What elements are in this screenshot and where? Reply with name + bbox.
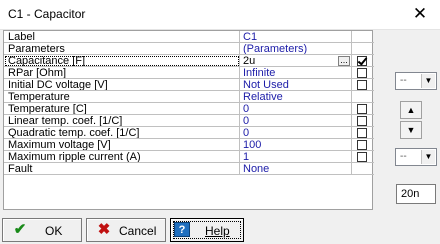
property-check-cell — [352, 55, 374, 67]
value-field[interactable]: 20n — [396, 184, 436, 204]
property-name: Linear temp. coef. [1/C] — [4, 115, 240, 127]
property-name: Parameters — [4, 43, 240, 55]
checkbox[interactable] — [357, 104, 367, 114]
property-row[interactable]: Fault None — [4, 163, 374, 175]
property-row[interactable]: Quadratic temp. coef. [1/C] 0 — [4, 127, 374, 139]
property-name: Initial DC voltage [V] — [4, 79, 240, 91]
label-value[interactable]: C1 — [240, 31, 352, 43]
combo-1-value: -- — [400, 75, 407, 86]
dialog-body: Label C1 Parameters (Parameters) Capacitan… — [0, 30, 440, 244]
cancel-label: Cancel — [119, 224, 157, 238]
combo-1[interactable]: -- ▼ — [395, 72, 437, 90]
checkbox[interactable] — [357, 80, 367, 90]
property-row[interactable]: Linear temp. coef. [1/C] 0 — [4, 115, 374, 127]
checkbox[interactable] — [357, 128, 367, 138]
property-name: Maximum ripple current (A) — [4, 151, 240, 163]
property-check-cell — [352, 67, 374, 79]
property-check-cell — [352, 91, 374, 103]
property-value[interactable]: 100 — [240, 139, 352, 151]
window-title: C1 - Capacitor — [8, 7, 86, 21]
property-name: Temperature [C] — [4, 103, 240, 115]
label-check-cell — [352, 31, 374, 43]
property-name: Temperature — [4, 91, 240, 103]
property-value-text: 0 — [243, 115, 250, 127]
property-row[interactable]: Maximum voltage [V] 100 — [4, 139, 374, 151]
property-row[interactable]: Initial DC voltage [V] Not Used — [4, 79, 374, 91]
grid-header-row: Label C1 — [4, 31, 374, 43]
property-value-text: (Parameters) — [243, 43, 308, 55]
property-value-text: Not Used — [243, 79, 289, 91]
property-value[interactable]: Infinite — [240, 67, 352, 79]
cancel-button[interactable]: ✖ Cancel — [86, 218, 166, 242]
property-row[interactable]: Maximum ripple current (A) 1 — [4, 151, 374, 163]
property-value[interactable]: 0 — [240, 103, 352, 115]
property-name: RPar [Ohm] — [4, 67, 240, 79]
property-value[interactable]: None — [240, 163, 352, 175]
button-bar: ✔ OK ✖ Cancel ? Help — [0, 216, 440, 244]
property-value[interactable]: 0 — [240, 127, 352, 139]
property-check-cell — [352, 139, 374, 151]
property-row[interactable]: Parameters (Parameters) — [4, 43, 374, 55]
property-value[interactable]: (Parameters) — [240, 43, 352, 55]
checkbox[interactable] — [357, 140, 367, 150]
x-icon: ✖ — [97, 221, 111, 238]
ok-button[interactable]: ✔ OK — [2, 218, 82, 242]
title-bar: C1 - Capacitor ✕ — [0, 0, 440, 30]
property-name: Maximum voltage [V] — [4, 139, 240, 151]
property-value-text: 0 — [243, 103, 250, 115]
property-row[interactable]: Temperature [C] 0 — [4, 103, 374, 115]
property-value[interactable]: 2u... — [240, 55, 352, 67]
property-name: Quadratic temp. coef. [1/C] — [4, 127, 240, 139]
combo-2[interactable]: -- ▼ — [395, 148, 437, 166]
checkmark-icon: ✔ — [13, 221, 27, 238]
property-check-cell — [352, 103, 374, 115]
property-value-text: 2u — [243, 55, 256, 67]
checkbox[interactable] — [357, 68, 367, 78]
property-value-text: Relative — [243, 91, 283, 103]
checkbox[interactable] — [357, 56, 367, 66]
property-value[interactable]: Not Used — [240, 79, 352, 91]
property-name: Fault — [4, 163, 240, 175]
help-label: Help — [205, 224, 230, 238]
property-check-cell — [352, 151, 374, 163]
chevron-down-icon[interactable]: ▼ — [421, 150, 435, 164]
property-row[interactable]: Capacitance [F] 2u... — [4, 55, 374, 67]
property-check-cell — [352, 79, 374, 91]
property-value[interactable]: 1 — [240, 151, 352, 163]
move-down-button[interactable]: ▼ — [400, 121, 422, 139]
property-check-cell — [352, 163, 374, 175]
move-up-button[interactable]: ▲ — [400, 101, 422, 119]
property-grid: Label C1 Parameters (Parameters) Capacitan… — [3, 30, 374, 210]
ellipsis-button[interactable]: ... — [338, 56, 350, 66]
property-value-text: 100 — [243, 139, 262, 151]
arrow-down-icon: ▼ — [406, 125, 416, 135]
ok-label: OK — [45, 224, 63, 238]
property-value-text: None — [243, 163, 270, 175]
checkbox[interactable] — [357, 116, 367, 126]
property-row[interactable]: Temperature Relative — [4, 91, 374, 103]
help-button[interactable]: ? Help — [170, 218, 244, 242]
property-value-text: 0 — [243, 127, 250, 139]
side-panel: -- ▼ ▲ ▼ -- ▼ 20n — [392, 30, 440, 205]
property-value[interactable]: 0 — [240, 115, 352, 127]
arrow-up-icon: ▲ — [406, 105, 416, 115]
checkbox[interactable] — [357, 152, 367, 162]
chevron-down-icon[interactable]: ▼ — [421, 74, 435, 88]
property-row[interactable]: RPar [Ohm] Infinite — [4, 67, 374, 79]
combo-2-value: -- — [400, 151, 407, 162]
property-value[interactable]: Relative — [240, 91, 352, 103]
property-value-text: Infinite — [243, 67, 276, 79]
property-name: Capacitance [F] — [4, 55, 240, 67]
help-icon: ? — [174, 222, 190, 237]
property-check-cell — [352, 127, 374, 139]
label-name: Label — [4, 31, 240, 43]
property-value-text: 1 — [243, 151, 250, 163]
property-check-cell — [352, 43, 374, 55]
close-icon[interactable]: ✕ — [410, 4, 430, 24]
property-check-cell — [352, 115, 374, 127]
